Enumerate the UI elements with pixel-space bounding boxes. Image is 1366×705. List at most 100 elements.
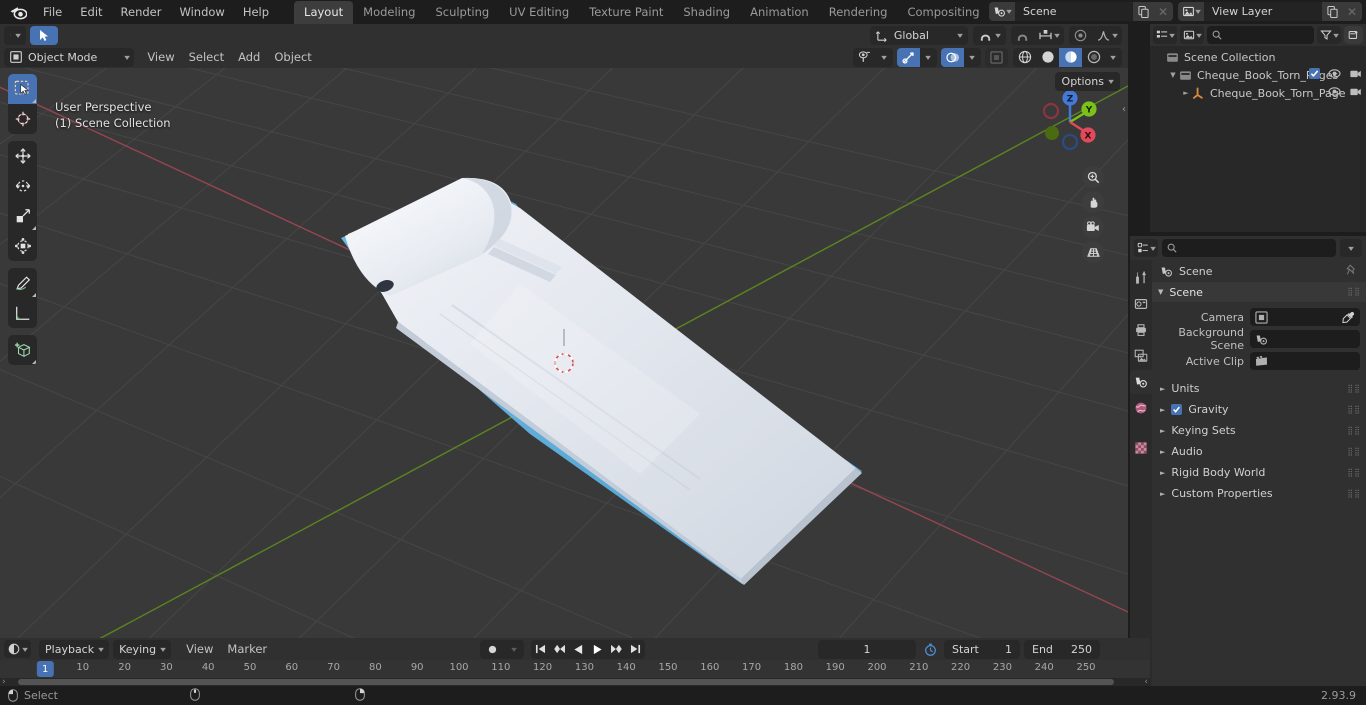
timeline-playhead[interactable]: 1 xyxy=(36,661,54,677)
snap-toggle[interactable] xyxy=(1011,25,1034,45)
snap-target-selector[interactable]: ▾ xyxy=(972,25,1006,45)
transform-orientation-selector[interactable]: Global ▾ xyxy=(869,25,968,45)
scene-selector[interactable]: ▾ Scene ✕ xyxy=(989,2,1173,21)
workspace-tab-texture-paint[interactable]: Texture Paint xyxy=(579,1,673,24)
xray-toggle[interactable] xyxy=(985,47,1008,67)
scene-panel-header[interactable]: ▼ Scene ⣿⣿ xyxy=(1152,282,1366,302)
panel-gravity[interactable]: ► Gravity ⣿⣿ xyxy=(1152,399,1366,420)
workspace-tab-shading[interactable]: Shading xyxy=(673,1,740,24)
jump-to-start-button[interactable] xyxy=(531,639,550,659)
solid-shading-button[interactable] xyxy=(1036,47,1059,67)
panel-keying-sets[interactable]: ► Keying Sets ⣿⣿ xyxy=(1152,420,1366,441)
view-layer-icon[interactable]: ▾ xyxy=(1178,2,1204,21)
outliner-new-collection-button[interactable] xyxy=(1344,26,1363,44)
viewport-menu-select[interactable]: Select xyxy=(182,48,231,67)
workspace-tab-layout[interactable]: Layout xyxy=(294,0,354,24)
new-view-layer-button[interactable] xyxy=(1322,2,1342,21)
shading-mode-selector[interactable]: ▾ xyxy=(1013,47,1122,67)
timeline-editor-type-button[interactable]: ▾ xyxy=(4,640,32,658)
outliner-filter-button[interactable]: ▾ xyxy=(1316,26,1341,44)
start-frame-field[interactable]: Start 1 xyxy=(944,639,1020,659)
properties-tab-render[interactable] xyxy=(1130,292,1152,316)
tool-transform[interactable] xyxy=(8,231,37,261)
object-visibility-button[interactable] xyxy=(853,47,876,67)
tool-tweak-select[interactable] xyxy=(8,74,37,104)
panel-custom-properties[interactable]: ► Custom Properties ⣿⣿ xyxy=(1152,483,1366,504)
grid-icon[interactable] xyxy=(1082,241,1104,263)
tool-scale[interactable] xyxy=(8,201,37,231)
viewport-menu-add[interactable]: Add xyxy=(231,48,267,67)
visibility-dropdown[interactable]: ▾ xyxy=(876,47,893,67)
keying-menu[interactable]: Keying ▾ xyxy=(113,639,172,659)
menu-window[interactable]: Window xyxy=(170,2,233,22)
falloff-selector[interactable]: ▾ xyxy=(1092,25,1122,45)
auto-keying-dropdown[interactable]: ▾ xyxy=(504,639,524,659)
editor-type-button[interactable]: ▾ xyxy=(4,25,26,45)
timeline-menu-view[interactable]: View xyxy=(179,640,220,659)
panel-enable-checkbox[interactable] xyxy=(1171,404,1183,415)
property-field-active-clip[interactable] xyxy=(1250,352,1360,370)
outliner-display-mode[interactable]: ▾ xyxy=(1180,26,1205,44)
tool-move[interactable] xyxy=(8,141,37,171)
eyedropper-icon[interactable] xyxy=(1342,311,1355,324)
workspace-tab-modeling[interactable]: Modeling xyxy=(353,1,425,24)
timeline-scrollbar[interactable] xyxy=(18,679,1114,685)
blender-logo-icon[interactable] xyxy=(6,0,30,24)
overlay-dropdown[interactable]: ▾ xyxy=(964,47,981,67)
options-button[interactable]: Options ▾ xyxy=(1054,72,1120,91)
workspace-tab-rendering[interactable]: Rendering xyxy=(819,1,898,24)
material-preview-button[interactable] xyxy=(1059,47,1082,67)
auto-keying-toggle[interactable] xyxy=(480,639,504,659)
pin-icon[interactable] xyxy=(1346,263,1358,279)
hide-in-viewport-icon[interactable] xyxy=(1328,68,1341,82)
workspace-tab-compositing[interactable]: Compositing xyxy=(897,1,989,24)
tool-cursor[interactable] xyxy=(8,104,37,134)
show-gizmo-toggle[interactable] xyxy=(897,47,920,67)
previous-keyframe-button[interactable] xyxy=(550,639,569,659)
properties-editor-type-button[interactable]: ▾ xyxy=(1134,239,1159,257)
hand-icon[interactable] xyxy=(1082,191,1104,213)
outliner-editor[interactable]: ▾ ▾ ▾ Scene Collection ▼ Cheque_Book_Tor… xyxy=(1150,24,1366,232)
properties-tab-view-layer[interactable] xyxy=(1130,344,1152,368)
properties-tab-output[interactable] xyxy=(1130,318,1152,342)
timeline-ruler[interactable]: 10 20 30 40 50 60 70 80 90 100 110 120 130 140 150 160 1… xyxy=(0,660,1150,678)
menu-file[interactable]: File xyxy=(34,2,71,22)
next-keyframe-button[interactable] xyxy=(607,639,626,659)
tool-measure[interactable] xyxy=(8,298,37,328)
properties-search-box[interactable] xyxy=(1162,239,1336,257)
viewport-menu-object[interactable]: Object xyxy=(267,48,318,67)
snap-mode-selector[interactable]: ▾ xyxy=(1034,25,1064,45)
properties-editor[interactable]: ▾ ▾ Scene ▼ Scene ⣿⣿ Camera Background S… xyxy=(1130,236,1366,686)
3d-viewport[interactable]: ▾ Global ▾ ▾ ▾ ▾ Object Mode ▾ View Sele… xyxy=(0,24,1128,638)
rendered-shading-button[interactable] xyxy=(1082,47,1105,67)
overlay-controls[interactable]: ▾ xyxy=(941,47,981,67)
visibility-selector[interactable]: ▾ xyxy=(853,47,893,67)
mode-selector[interactable]: Object Mode ▾ xyxy=(4,47,135,67)
play-reverse-button[interactable] xyxy=(569,639,588,659)
scene-icon[interactable]: ▾ xyxy=(989,2,1015,21)
remove-view-layer-button[interactable]: ✕ xyxy=(1342,2,1362,21)
camera-icon[interactable] xyxy=(1082,216,1104,238)
timeline-menu-marker[interactable]: Marker xyxy=(220,640,274,659)
zoom-icon[interactable] xyxy=(1082,166,1104,188)
tool-annotate[interactable] xyxy=(8,268,37,298)
outliner-row[interactable]: ► Cheque_Book_Torn_Page xyxy=(1150,84,1366,102)
properties-options-dropdown[interactable]: ▾ xyxy=(1340,239,1362,257)
panel-rigid-body-world[interactable]: ► Rigid Body World ⣿⣿ xyxy=(1152,462,1366,483)
navigation-gizmo[interactable]: Z Y X xyxy=(1030,82,1110,162)
disable-in-render-icon[interactable] xyxy=(1349,86,1362,100)
disclosure-triangle-icon[interactable]: ▼ xyxy=(1167,71,1179,79)
end-frame-field[interactable]: End 250 xyxy=(1024,639,1100,659)
shading-dropdown[interactable]: ▾ xyxy=(1105,47,1122,67)
use-preview-range-button[interactable] xyxy=(920,640,940,659)
workspace-tab-uv-editing[interactable]: UV Editing xyxy=(499,1,579,24)
scene-name[interactable]: Scene xyxy=(1015,2,1133,21)
outliner-row[interactable]: Scene Collection xyxy=(1150,48,1366,66)
current-frame-field[interactable]: 1 xyxy=(818,639,916,659)
properties-tab-scene[interactable] xyxy=(1130,370,1152,394)
gizmo-controls[interactable]: ▾ xyxy=(897,47,937,67)
viewport-menu-view[interactable]: View xyxy=(140,48,181,67)
proportional-edit-toggle[interactable] xyxy=(1069,25,1092,45)
new-scene-button[interactable] xyxy=(1133,2,1153,21)
panel-audio[interactable]: ► Audio ⣿⣿ xyxy=(1152,441,1366,462)
